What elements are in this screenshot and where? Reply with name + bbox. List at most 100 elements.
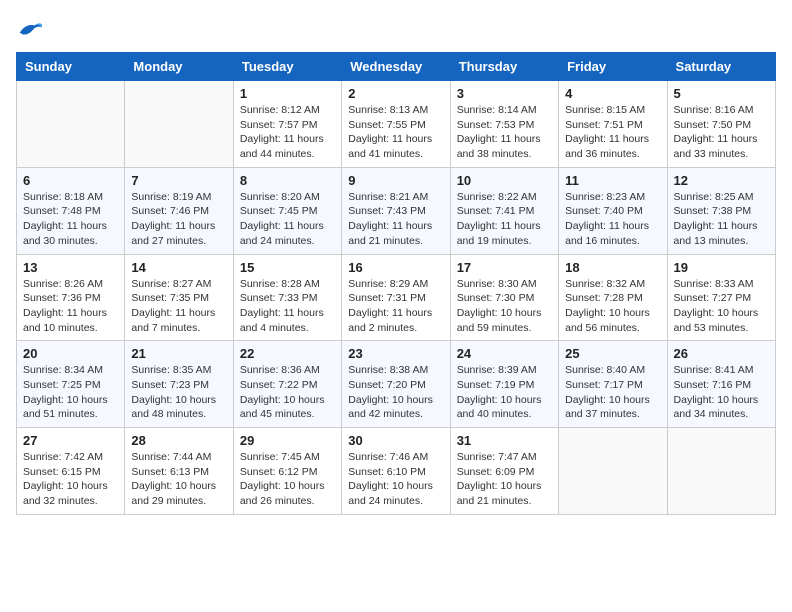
calendar-cell: 22 Sunrise: 8:36 AM Sunset: 7:22 PM Dayli… (233, 341, 341, 428)
calendar-cell (17, 81, 125, 168)
day-info: Sunrise: 8:26 AM Sunset: 7:36 PM Dayligh… (23, 277, 118, 336)
day-info: Sunrise: 8:33 AM Sunset: 7:27 PM Dayligh… (674, 277, 769, 336)
calendar-week-row: 6 Sunrise: 8:18 AM Sunset: 7:48 PM Daylig… (17, 167, 776, 254)
calendar-cell: 28Sunrise: 7:44 AM Sunset: 6:13 PM Dayli… (125, 428, 233, 515)
calendar-cell: 3 Sunrise: 8:14 AM Sunset: 7:53 PM Daylig… (450, 81, 558, 168)
day-number: 24 (457, 346, 552, 361)
day-info: Sunrise: 8:21 AM Sunset: 7:43 PM Dayligh… (348, 190, 443, 249)
calendar-cell: 18 Sunrise: 8:32 AM Sunset: 7:28 PM Dayli… (559, 254, 667, 341)
day-number: 30 (348, 433, 443, 448)
day-info: Sunrise: 8:19 AM Sunset: 7:46 PM Dayligh… (131, 190, 226, 249)
calendar-cell: 17 Sunrise: 8:30 AM Sunset: 7:30 PM Dayli… (450, 254, 558, 341)
calendar-cell: 14 Sunrise: 8:27 AM Sunset: 7:35 PM Dayli… (125, 254, 233, 341)
calendar-cell: 27 Sunrise: 7:42 AM Sunset: 6:15 PM Dayli… (17, 428, 125, 515)
calendar-cell (667, 428, 775, 515)
day-number: 12 (674, 173, 769, 188)
calendar-cell: 13 Sunrise: 8:26 AM Sunset: 7:36 PM Dayli… (17, 254, 125, 341)
day-number: 14 (131, 260, 226, 275)
day-number: 19 (674, 260, 769, 275)
day-number: 29 (240, 433, 335, 448)
day-number: 20 (23, 346, 118, 361)
col-header-thursday: Thursday (450, 53, 558, 81)
day-info: Sunrise: 8:30 AM Sunset: 7:30 PM Dayligh… (457, 277, 552, 336)
day-number: 21 (131, 346, 226, 361)
day-number: 10 (457, 173, 552, 188)
calendar-cell: 23Sunrise: 8:38 AM Sunset: 7:20 PM Dayli… (342, 341, 450, 428)
calendar-cell: 24 Sunrise: 8:39 AM Sunset: 7:19 PM Dayli… (450, 341, 558, 428)
day-number: 17 (457, 260, 552, 275)
calendar-cell: 7Sunrise: 8:19 AM Sunset: 7:46 PM Daylig… (125, 167, 233, 254)
calendar-header-row: SundayMondayTuesdayWednesdayThursdayFrid… (17, 53, 776, 81)
logo-icon (16, 16, 44, 44)
day-number: 4 (565, 86, 660, 101)
calendar-cell: 8 Sunrise: 8:20 AM Sunset: 7:45 PM Daylig… (233, 167, 341, 254)
day-info: Sunrise: 8:29 AM Sunset: 7:31 PM Dayligh… (348, 277, 443, 336)
calendar-cell: 31 Sunrise: 7:47 AM Sunset: 6:09 PM Dayli… (450, 428, 558, 515)
calendar-cell: 25 Sunrise: 8:40 AM Sunset: 7:17 PM Dayli… (559, 341, 667, 428)
day-number: 5 (674, 86, 769, 101)
day-number: 25 (565, 346, 660, 361)
day-number: 26 (674, 346, 769, 361)
calendar-cell: 30 Sunrise: 7:46 AM Sunset: 6:10 PM Dayli… (342, 428, 450, 515)
day-info: Sunrise: 7:42 AM Sunset: 6:15 PM Dayligh… (23, 450, 118, 509)
calendar-cell: 5 Sunrise: 8:16 AM Sunset: 7:50 PM Daylig… (667, 81, 775, 168)
day-number: 11 (565, 173, 660, 188)
calendar-cell (125, 81, 233, 168)
calendar-cell: 19 Sunrise: 8:33 AM Sunset: 7:27 PM Dayli… (667, 254, 775, 341)
calendar-table: SundayMondayTuesdayWednesdayThursdayFrid… (16, 52, 776, 515)
day-number: 8 (240, 173, 335, 188)
day-number: 16 (348, 260, 443, 275)
day-info: Sunrise: 8:20 AM Sunset: 7:45 PM Dayligh… (240, 190, 335, 249)
calendar-cell: 20Sunrise: 8:34 AM Sunset: 7:25 PM Dayli… (17, 341, 125, 428)
col-header-saturday: Saturday (667, 53, 775, 81)
col-header-monday: Monday (125, 53, 233, 81)
day-number: 13 (23, 260, 118, 275)
day-info: Sunrise: 7:46 AM Sunset: 6:10 PM Dayligh… (348, 450, 443, 509)
day-info: Sunrise: 8:23 AM Sunset: 7:40 PM Dayligh… (565, 190, 660, 249)
day-info: Sunrise: 7:45 AM Sunset: 6:12 PM Dayligh… (240, 450, 335, 509)
day-info: Sunrise: 8:27 AM Sunset: 7:35 PM Dayligh… (131, 277, 226, 336)
calendar-cell: 9Sunrise: 8:21 AM Sunset: 7:43 PM Daylig… (342, 167, 450, 254)
calendar-week-row: 13 Sunrise: 8:26 AM Sunset: 7:36 PM Dayli… (17, 254, 776, 341)
day-info: Sunrise: 7:47 AM Sunset: 6:09 PM Dayligh… (457, 450, 552, 509)
day-number: 22 (240, 346, 335, 361)
calendar-week-row: 20Sunrise: 8:34 AM Sunset: 7:25 PM Dayli… (17, 341, 776, 428)
day-info: Sunrise: 8:39 AM Sunset: 7:19 PM Dayligh… (457, 363, 552, 422)
day-number: 15 (240, 260, 335, 275)
day-info: Sunrise: 8:38 AM Sunset: 7:20 PM Dayligh… (348, 363, 443, 422)
day-number: 18 (565, 260, 660, 275)
calendar-cell: 26 Sunrise: 8:41 AM Sunset: 7:16 PM Dayli… (667, 341, 775, 428)
day-number: 6 (23, 173, 118, 188)
col-header-sunday: Sunday (17, 53, 125, 81)
day-info: Sunrise: 8:32 AM Sunset: 7:28 PM Dayligh… (565, 277, 660, 336)
day-info: Sunrise: 8:16 AM Sunset: 7:50 PM Dayligh… (674, 103, 769, 162)
calendar-cell (559, 428, 667, 515)
day-number: 3 (457, 86, 552, 101)
calendar-cell: 12 Sunrise: 8:25 AM Sunset: 7:38 PM Dayli… (667, 167, 775, 254)
calendar-week-row: 1Sunrise: 8:12 AM Sunset: 7:57 PM Daylig… (17, 81, 776, 168)
calendar-cell: 11 Sunrise: 8:23 AM Sunset: 7:40 PM Dayli… (559, 167, 667, 254)
calendar-cell: 6 Sunrise: 8:18 AM Sunset: 7:48 PM Daylig… (17, 167, 125, 254)
day-info: Sunrise: 8:25 AM Sunset: 7:38 PM Dayligh… (674, 190, 769, 249)
day-number: 31 (457, 433, 552, 448)
day-number: 28 (131, 433, 226, 448)
calendar-cell: 29 Sunrise: 7:45 AM Sunset: 6:12 PM Dayli… (233, 428, 341, 515)
day-number: 2 (348, 86, 443, 101)
day-info: Sunrise: 8:13 AM Sunset: 7:55 PM Dayligh… (348, 103, 443, 162)
day-number: 27 (23, 433, 118, 448)
calendar-cell: 1Sunrise: 8:12 AM Sunset: 7:57 PM Daylig… (233, 81, 341, 168)
day-info: Sunrise: 8:15 AM Sunset: 7:51 PM Dayligh… (565, 103, 660, 162)
calendar-week-row: 27 Sunrise: 7:42 AM Sunset: 6:15 PM Dayli… (17, 428, 776, 515)
day-info: Sunrise: 8:41 AM Sunset: 7:16 PM Dayligh… (674, 363, 769, 422)
day-info: Sunrise: 8:14 AM Sunset: 7:53 PM Dayligh… (457, 103, 552, 162)
day-info: Sunrise: 8:22 AM Sunset: 7:41 PM Dayligh… (457, 190, 552, 249)
day-info: Sunrise: 8:28 AM Sunset: 7:33 PM Dayligh… (240, 277, 335, 336)
calendar-cell: 21 Sunrise: 8:35 AM Sunset: 7:23 PM Dayli… (125, 341, 233, 428)
day-info: Sunrise: 8:18 AM Sunset: 7:48 PM Dayligh… (23, 190, 118, 249)
day-info: Sunrise: 8:35 AM Sunset: 7:23 PM Dayligh… (131, 363, 226, 422)
calendar-cell: 4 Sunrise: 8:15 AM Sunset: 7:51 PM Daylig… (559, 81, 667, 168)
day-info: Sunrise: 8:40 AM Sunset: 7:17 PM Dayligh… (565, 363, 660, 422)
col-header-wednesday: Wednesday (342, 53, 450, 81)
day-info: Sunrise: 8:36 AM Sunset: 7:22 PM Dayligh… (240, 363, 335, 422)
day-number: 1 (240, 86, 335, 101)
